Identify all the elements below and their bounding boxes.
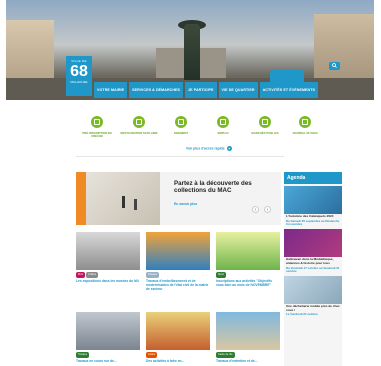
plus-icon: + <box>226 146 232 151</box>
meal-icon <box>133 116 145 128</box>
quick-item-emploi[interactable]: EMPLOI <box>204 116 242 135</box>
quick-item-journal[interactable]: JOURNAL DU MAG <box>286 116 324 135</box>
agenda-heading: Agenda <box>284 172 342 184</box>
news-card-title: Des activités à faire en... <box>146 359 185 363</box>
carousel-next-button[interactable]: › <box>264 206 271 213</box>
city-logo[interactable]: VILLE DE 68 MULHOUSE <box>66 56 92 96</box>
news-card-tags: Prox Culture <box>76 272 140 278</box>
document-icon <box>259 116 271 128</box>
percent-icon <box>175 116 187 128</box>
agenda-event-date: Du Vendredi 17 octobre au Vendredi 31 oc… <box>286 265 340 274</box>
news-card-title: Travaux en cours rue de... <box>76 359 117 363</box>
news-card[interactable]: Cadre de Vie Travaux d'entretien et de..… <box>216 312 280 363</box>
tag-badge: Loisirs <box>146 352 158 358</box>
main-navigation: VOTRE MAIRIE SERVICES & DÉMARCHES JE PAR… <box>94 82 319 98</box>
promo-image[interactable] <box>76 172 160 225</box>
news-card-title: Travaux d'entretien et de... <box>216 359 258 363</box>
news-card-image <box>216 312 280 350</box>
newspaper-icon <box>299 116 311 128</box>
nav-vie-de-quartier[interactable]: VIE DE QUARTIER <box>218 82 258 98</box>
agenda-event-image[interactable] <box>284 275 342 304</box>
nav-votre-mairie[interactable]: VOTRE MAIRIE <box>94 82 128 98</box>
fountain <box>184 24 200 80</box>
news-card[interactable]: Travaux Travaux d'embellissement et de m… <box>146 232 210 292</box>
news-card[interactable]: Loisirs Des activités à faire en... <box>146 312 210 363</box>
logo-number: 68 <box>70 63 88 80</box>
quick-item-restauration[interactable]: RESTAURATION SCOLAIRE <box>120 116 158 135</box>
tag-badge: Travaux <box>146 272 159 278</box>
news-card-title: Travaux d'embellissement et de modernisa… <box>146 279 209 292</box>
crib-icon <box>91 116 103 128</box>
news-card-image <box>76 232 140 270</box>
divider <box>76 156 284 157</box>
nav-services-demarches[interactable]: SERVICES & DÉMARCHES <box>129 82 184 98</box>
promo-carousel: Partez à la découverte des collections d… <box>76 172 281 225</box>
promo-read-more-link[interactable]: En savoir plus <box>174 202 197 206</box>
agenda-panel: Agenda L'Automne des Calanquets 2024 Du … <box>284 172 342 366</box>
tag-badge: Travaux <box>76 352 89 358</box>
news-card-tags: Travaux <box>146 272 210 278</box>
news-card-title: Inscriptions aux activités "Objectifs vo… <box>216 279 272 288</box>
promo-image-figure <box>134 199 137 210</box>
quick-item-label: PRÉ-INSCRIPTION EN CRÈCHE <box>82 131 112 139</box>
quick-item-creche[interactable]: PRÉ-INSCRIPTION EN CRÈCHE <box>78 116 116 139</box>
news-card-image <box>216 232 280 270</box>
news-card[interactable]: Sport Inscriptions aux activités "Object… <box>216 232 280 287</box>
nav-je-participe[interactable]: JE PARTICIPE <box>185 82 217 98</box>
promo-image-figure <box>122 196 125 208</box>
agenda-event-image[interactable] <box>284 228 342 257</box>
tag-badge: Prox <box>76 272 86 278</box>
news-card-tags: Travaux <box>76 352 140 358</box>
quick-item-paiement[interactable]: PAIEMENT <box>162 116 200 135</box>
tag-badge: Cadre de Vie <box>216 352 235 358</box>
quick-item-label: EMPLOI <box>217 131 229 135</box>
search-button[interactable] <box>329 62 340 70</box>
nav-activites-evenements[interactable]: ACTIVITÉS ET ÉVÉNEMENTS <box>259 82 319 98</box>
more-quick-label: Voir plus d'accès rapide <box>186 146 225 151</box>
news-card-image <box>146 312 210 350</box>
quick-item-label: RESTAURATION SCOLAIRE <box>120 131 158 135</box>
quick-item-label: PAIEMENT <box>173 131 189 135</box>
news-card-tags: Loisirs <box>146 352 210 358</box>
agenda-event-date: Le Vendredi 24 octobre <box>286 312 318 317</box>
news-card-tags: Sport <box>216 272 280 278</box>
search-icon <box>332 63 337 68</box>
logo-line2: MULHOUSE <box>70 80 88 84</box>
news-card-tags: Cadre de Vie <box>216 352 280 358</box>
news-card-title: Les expositions dans les musées du M4 <box>76 279 139 283</box>
quick-item-label: JOURNAL DU MAG <box>292 131 318 135</box>
agenda-event-date: Du Samedi 26 septembre au Dimanche 3 nov… <box>286 218 340 227</box>
news-card-image <box>146 232 210 270</box>
news-card[interactable]: Travaux Travaux en cours rue de... <box>76 312 140 363</box>
carousel-prev-button[interactable]: ‹ <box>252 206 259 213</box>
news-card[interactable]: Prox Culture Les expositions dans les mu… <box>76 232 140 283</box>
promo-title: Partez à la découverte des collections d… <box>174 180 252 194</box>
more-quick-access-link[interactable]: Voir plus d'accès rapide + <box>186 146 232 151</box>
briefcase-icon <box>217 116 229 128</box>
promo-image-accent <box>76 172 86 225</box>
tag-badge: Sport <box>216 272 226 278</box>
news-card-image <box>76 312 140 350</box>
tag-badge: Culture <box>86 272 99 278</box>
agenda-event-image[interactable] <box>284 186 342 214</box>
quick-item-label: MARCHÉS PUBLICS <box>251 131 279 135</box>
quick-item-marches[interactable]: MARCHÉS PUBLICS <box>246 116 284 135</box>
